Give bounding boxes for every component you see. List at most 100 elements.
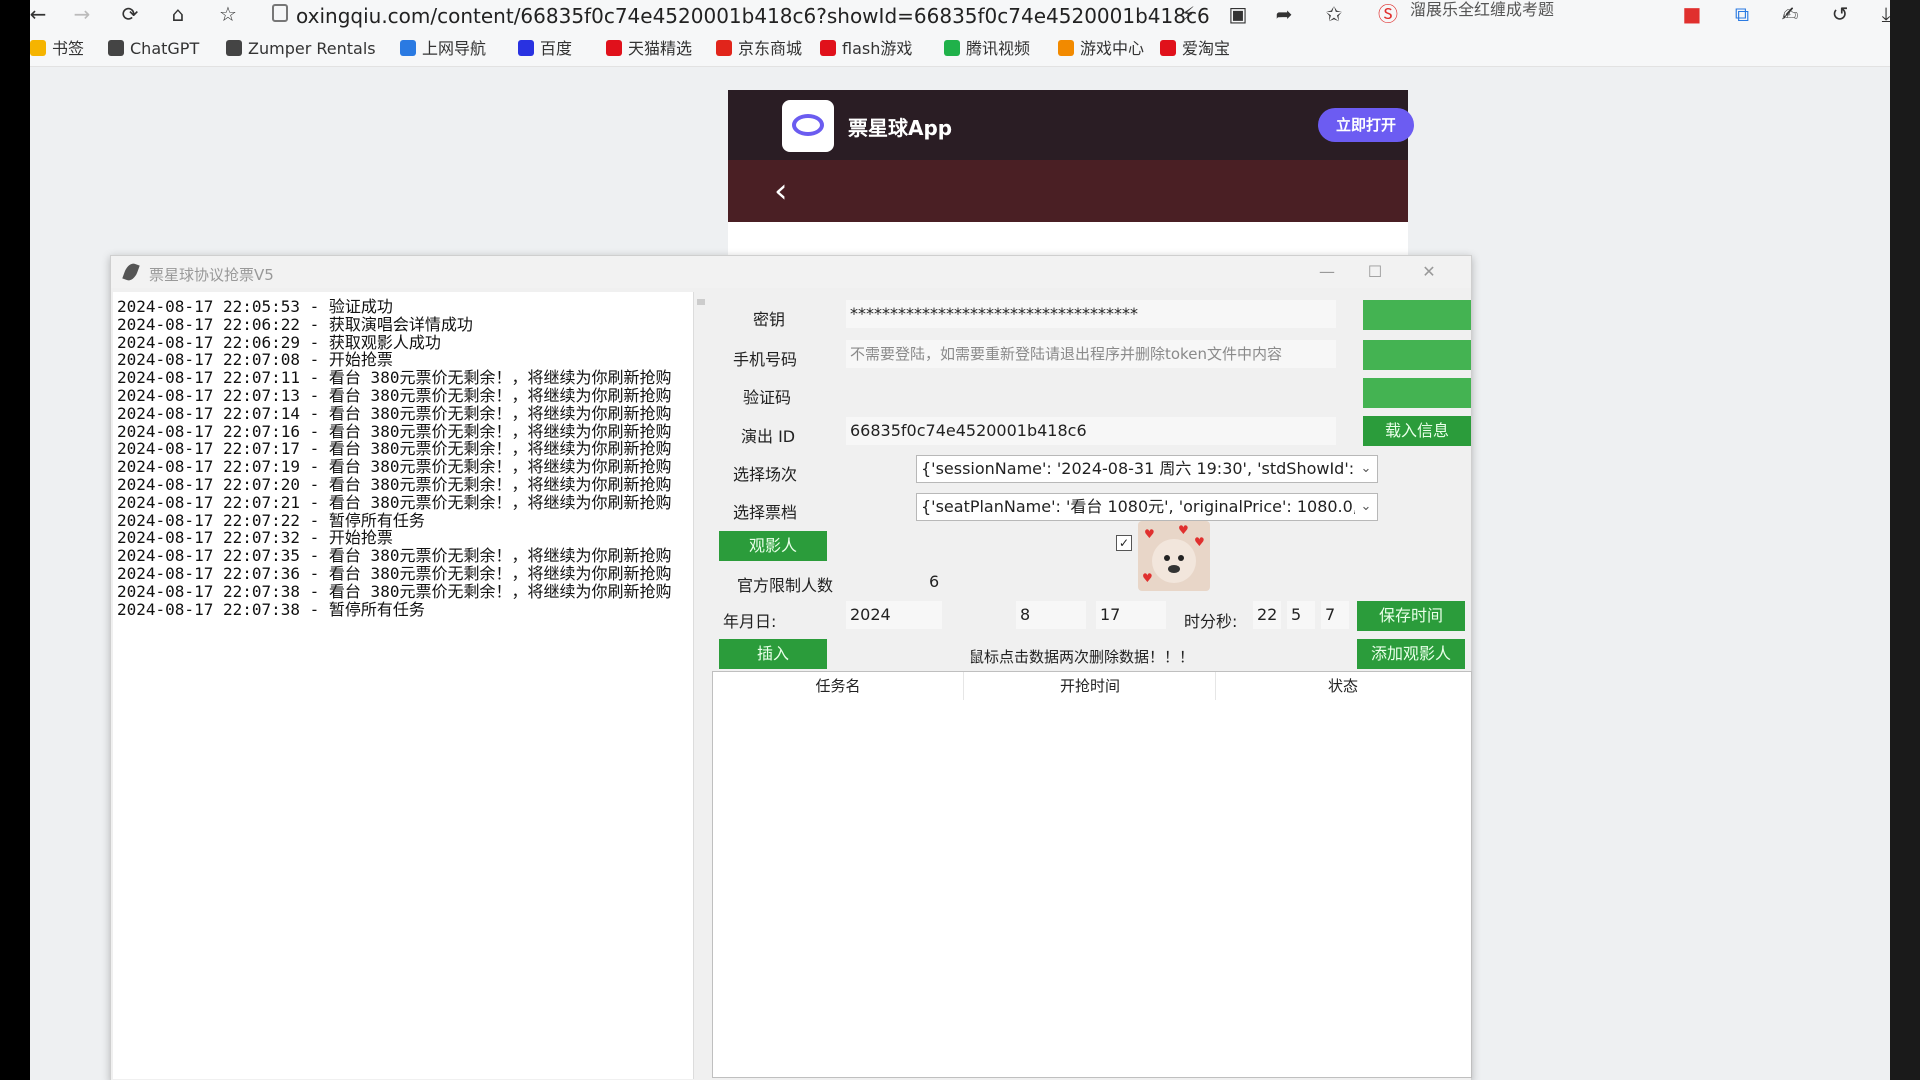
log-line: 2024-08-17 22:07:36 - 看台 380元票价无剩余！，将继续为…: [117, 563, 672, 583]
column-header-status[interactable]: 状态: [1217, 672, 1469, 700]
address-bar[interactable]: oxingqiu.com/content/66835f0c74e4520001b…: [296, 3, 1210, 29]
lightning-icon[interactable]: ⚡: [1174, 0, 1202, 28]
log-line: 2024-08-17 22:07:38 - 看台 380元票价无剩余！，将继续为…: [117, 581, 672, 601]
forward-arrow-icon[interactable]: →: [68, 0, 96, 28]
dog-sticker-image: ♥ ♥ ♥ ♥: [1138, 521, 1210, 591]
bookmark-item[interactable]: Zumper Rentals: [226, 38, 376, 60]
bookmark-item[interactable]: 游戏中心: [1058, 38, 1144, 60]
month-field[interactable]: 8: [1016, 601, 1086, 629]
viewer-button[interactable]: 观影人: [719, 531, 827, 561]
bookmark-label: 上网导航: [422, 39, 487, 58]
key-field[interactable]: ************************************: [846, 300, 1336, 328]
save-time-button[interactable]: 保存时间: [1357, 601, 1465, 631]
chevron-left-icon[interactable]: ‹: [774, 174, 788, 208]
second-field[interactable]: 7: [1321, 601, 1349, 629]
year-field[interactable]: 2024: [846, 601, 942, 629]
bookmark-item[interactable]: 爱淘宝: [1160, 38, 1230, 60]
viewer-checkbox[interactable]: ✓: [1116, 535, 1132, 551]
day-field[interactable]: 17: [1096, 601, 1166, 629]
bookmark-item[interactable]: 百度: [518, 38, 572, 60]
bookmark-label: ChatGPT: [130, 39, 200, 58]
log-line: 2024-08-17 22:07:14 - 看台 380元票价无剩余！，将继续为…: [117, 403, 672, 423]
bookmark-label: Zumper Rentals: [248, 39, 376, 58]
task-table[interactable]: 任务名 开抢时间 状态: [712, 671, 1472, 1078]
promo-text[interactable]: 溜展乐全红缠成考题: [1410, 0, 1554, 20]
app-window: 票星球协议抢票V5 — ☐ ✕ 2024-08-17 22:05:53 - 验证…: [110, 255, 1472, 1080]
date-label: 年月日:: [723, 612, 777, 631]
log-line: 2024-08-17 22:07:11 - 看台 380元票价无剩余！，将继续为…: [117, 368, 672, 388]
screen: ← → ⟳ ⌂ ☆ oxingqiu.com/content/66835f0c7…: [30, 0, 1890, 1080]
show-id-field[interactable]: 66835f0c74e4520001b418c6: [846, 417, 1336, 445]
planet-logo-icon: [782, 100, 834, 152]
ticket-select-value: {'seatPlanName': '看台 1080元', 'originalPr…: [921, 497, 1368, 516]
open-app-button[interactable]: 立即打开: [1318, 108, 1414, 142]
signature-icon[interactable]: ✍: [1776, 0, 1804, 28]
chevron-down-icon[interactable]: ⌄: [1355, 494, 1377, 520]
bookmark-item[interactable]: 上网导航: [400, 38, 486, 60]
log-line: 2024-08-17 22:06:22 - 获取演唱会详情成功: [117, 314, 473, 334]
nav-icon: [400, 40, 416, 56]
insert-button[interactable]: 插入: [719, 639, 827, 669]
baidu-icon: [518, 40, 534, 56]
session-label: 选择场次: [733, 465, 798, 484]
screenshot-icon[interactable]: ▣: [1224, 0, 1252, 28]
log-line: 2024-08-17 22:07:21 - 看台 380元票价无剩余！，将继续为…: [117, 492, 672, 512]
home-icon[interactable]: ⌂: [164, 0, 192, 28]
close-icon[interactable]: ✕: [1409, 260, 1449, 284]
bookmark-label: 百度: [540, 39, 573, 58]
log-line: 2024-08-17 22:07:22 - 暂停所有任务: [117, 510, 425, 530]
minute-field[interactable]: 5: [1287, 601, 1315, 629]
phone-label: 手机号码: [733, 350, 798, 369]
log-line: 2024-08-17 22:07:20 - 看台 380元票价无剩余！，将继续为…: [117, 474, 672, 494]
window-titlebar[interactable]: 票星球协议抢票V5 — ☐ ✕: [111, 256, 1471, 288]
log-line: 2024-08-17 22:07:17 - 看台 380元票价无剩余！，将继续为…: [117, 439, 672, 459]
log-line: 2024-08-17 22:07:08 - 开始抢票: [117, 350, 393, 370]
bookmark-item[interactable]: 天猫精选: [606, 38, 692, 60]
phone-field[interactable]: 不需要登陆，如需要重新登陆请退出程序并删除token文件中内容: [846, 340, 1336, 368]
log-scrollbar[interactable]: [697, 299, 705, 305]
bookmark-label: 天猫精选: [628, 39, 693, 58]
translate-icon[interactable]: ⧉: [1728, 0, 1756, 28]
hour-field[interactable]: 22: [1253, 601, 1281, 629]
bookmarks-bar: 书签 ChatGPT Zumper Rentals 上网导航 百度 天猫精选 京东商城 fla…: [30, 32, 1890, 67]
bookmark-item[interactable]: flash游戏: [820, 38, 912, 60]
column-header-task-name[interactable]: 任务名: [713, 672, 964, 700]
bookmark-label: 腾讯视频: [966, 39, 1031, 58]
load-info-button[interactable]: 载入信息: [1363, 416, 1471, 446]
bookmark-item[interactable]: 腾讯视频: [944, 38, 1030, 60]
chevron-down-icon[interactable]: ⌄: [1355, 456, 1377, 482]
feather-icon: [122, 261, 140, 283]
minimize-icon[interactable]: —: [1307, 260, 1347, 284]
code-button[interactable]: [1363, 378, 1471, 408]
session-select[interactable]: {'sessionName': '2024-08-31 周六 19:30', '…: [916, 455, 1378, 483]
log-line: 2024-08-17 22:07:38 - 暂停所有任务: [117, 599, 425, 619]
page-header: [728, 160, 1408, 222]
log-line: 2024-08-17 22:07:13 - 看台 380元票价无剩余！，将继续为…: [117, 385, 672, 405]
favorite-icon[interactable]: ✩: [1320, 0, 1348, 28]
log-panel[interactable]: 2024-08-17 22:05:53 - 验证成功 2024-08-17 22:…: [113, 292, 694, 1079]
download-icon[interactable]: ⤓: [1872, 0, 1890, 28]
log-line: 2024-08-17 22:06:29 - 获取观影人成功: [117, 332, 441, 352]
bookmark-item[interactable]: 京东商城: [716, 38, 802, 60]
phone-button[interactable]: [1363, 340, 1471, 370]
log-line: 2024-08-17 22:07:35 - 看台 380元票价无剩余！，将继续为…: [117, 546, 672, 566]
extension-icon[interactable]: ■: [1678, 0, 1706, 28]
session-select-value: {'sessionName': '2024-08-31 周六 19:30', '…: [921, 459, 1364, 478]
maximize-icon[interactable]: ☐: [1355, 260, 1395, 284]
bookmark-item[interactable]: 书签: [30, 38, 84, 60]
bookmark-item[interactable]: ChatGPT: [108, 38, 199, 60]
tencent-video-icon: [944, 40, 960, 56]
game-center-icon: [1058, 40, 1074, 56]
column-header-start-time[interactable]: 开抢时间: [965, 672, 1216, 700]
back-arrow-icon[interactable]: ←: [30, 0, 52, 28]
ticket-select[interactable]: {'seatPlanName': '看台 1080元', 'originalPr…: [916, 493, 1378, 521]
log-line: 2024-08-17 22:05:53 - 验证成功: [117, 297, 393, 316]
add-viewer-button[interactable]: 添加观影人: [1357, 639, 1465, 669]
bookmark-star-icon[interactable]: ☆: [214, 0, 242, 28]
key-button[interactable]: [1363, 300, 1471, 330]
search-engine-icon[interactable]: Ⓢ: [1374, 0, 1402, 28]
history-icon[interactable]: ↺: [1826, 0, 1854, 28]
lock-icon: [272, 4, 288, 22]
reload-icon[interactable]: ⟳: [116, 0, 144, 28]
share-icon[interactable]: ➦: [1270, 0, 1298, 28]
